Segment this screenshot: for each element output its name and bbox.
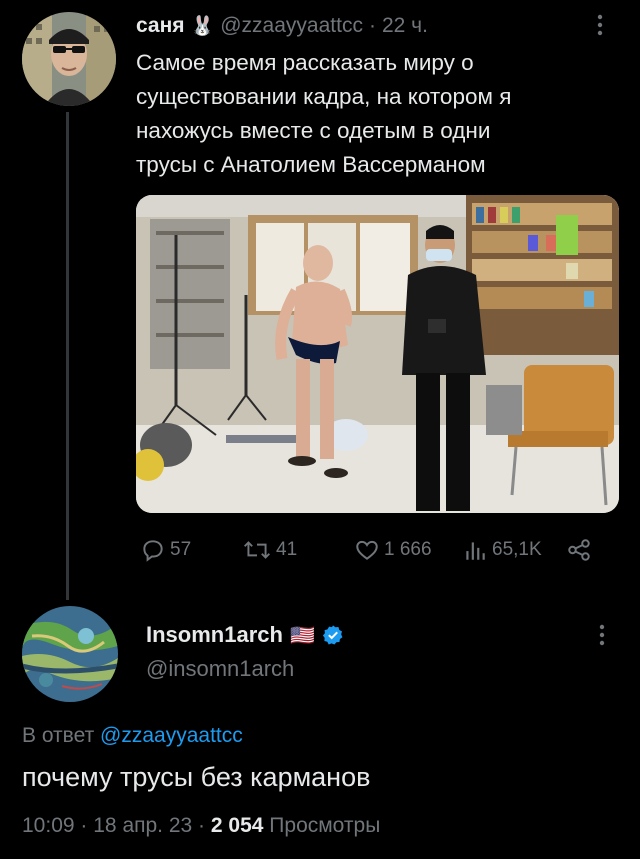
reply-author-handle[interactable]: @insomn1arch bbox=[146, 656, 294, 682]
tweet-text-line: существовании кадра, на котором я bbox=[136, 84, 512, 109]
views-count: 65,1K bbox=[492, 539, 542, 560]
reply-meta: 10:09 · 18 апр. 23 · 2 054 Просмотры bbox=[22, 814, 380, 838]
reply-views-count: 2 054 bbox=[210, 814, 264, 837]
tweet-text: Самое время рассказать миру о существова… bbox=[136, 46, 616, 182]
reply-to-label: В ответ bbox=[22, 724, 95, 747]
reply-to-line: В ответ @zzaayyaattcc bbox=[22, 724, 243, 748]
tweet-text-line: трусы с Анатолием Вассерманом bbox=[136, 152, 486, 177]
more-icon[interactable] bbox=[596, 14, 604, 36]
more-icon[interactable] bbox=[598, 624, 606, 646]
reply-views-label: Просмотры bbox=[269, 814, 381, 837]
us-flag-icon: 🇺🇸 bbox=[289, 624, 315, 647]
retweet-count: 41 bbox=[276, 539, 298, 560]
separator-dot: · bbox=[80, 814, 88, 837]
separator-dot: · bbox=[198, 814, 206, 837]
like-button[interactable]: 1 666 bbox=[354, 530, 432, 570]
reply-to-mention[interactable]: @zzaayyaattcc bbox=[100, 724, 243, 747]
tweet-actions: 57 41 1 666 65,1K bbox=[136, 530, 620, 570]
verified-badge-icon bbox=[322, 625, 343, 645]
reply-author-name[interactable]: Insomn1arch bbox=[146, 622, 283, 648]
tweet-header: саня 🐰 @zzaayyaattcc · 22 ч. bbox=[136, 10, 428, 42]
reply-time[interactable]: 10:09 bbox=[22, 814, 75, 837]
like-icon bbox=[356, 540, 378, 560]
separator-dot: · bbox=[368, 14, 376, 37]
reply-button[interactable]: 57 bbox=[140, 530, 191, 570]
tweet-text-line: нахожусь вместе с одетым в одни bbox=[136, 118, 491, 143]
reply-date[interactable]: 18 апр. 23 bbox=[93, 814, 192, 837]
rabbit-emoji: 🐰 bbox=[190, 16, 215, 37]
retweet-button[interactable]: 41 bbox=[242, 530, 297, 570]
reply-icon bbox=[143, 540, 163, 562]
tweet-time[interactable]: 22 ч. bbox=[382, 14, 428, 38]
like-count: 1 666 bbox=[384, 539, 432, 560]
views-icon bbox=[466, 542, 485, 560]
author-handle[interactable]: @zzaayyaattcc bbox=[220, 14, 363, 38]
tweet-text-line: Самое время рассказать миру о bbox=[136, 50, 474, 75]
share-button[interactable] bbox=[566, 530, 592, 570]
author-name[interactable]: саня bbox=[136, 14, 185, 38]
reply-text: почему трусы без карманов bbox=[22, 762, 371, 792]
retweet-icon bbox=[243, 541, 271, 559]
reply-author-row: Insomn1arch 🇺🇸 bbox=[146, 622, 344, 648]
avatar-sanya[interactable] bbox=[22, 12, 116, 106]
share-icon bbox=[568, 539, 590, 561]
avatar-insomn1arch[interactable] bbox=[22, 606, 118, 702]
thread-line bbox=[66, 112, 69, 600]
views-button[interactable]: 65,1K bbox=[462, 530, 542, 570]
tweet-photo[interactable] bbox=[136, 195, 619, 513]
reply-count: 57 bbox=[170, 539, 192, 560]
